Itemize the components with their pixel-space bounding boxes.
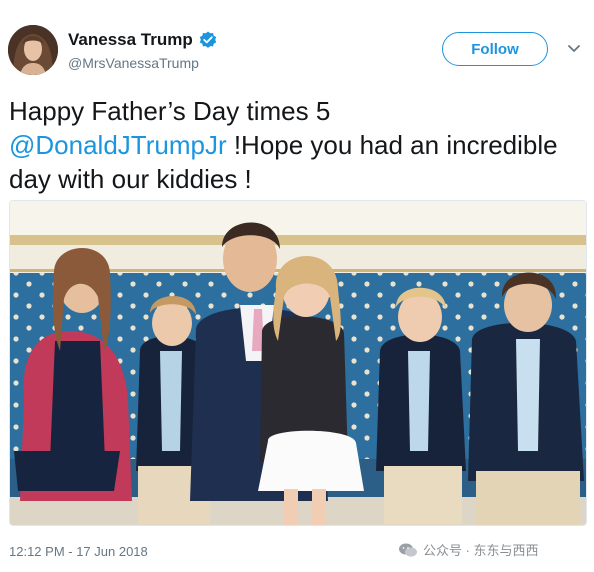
user-handle[interactable]: @MrsVanessaTrump: [68, 55, 199, 71]
display-name[interactable]: Vanessa Trump: [68, 30, 193, 50]
watermark-text: 公众号 · 东东与西西: [423, 543, 539, 558]
mention-link[interactable]: @DonaldJTrumpJr: [9, 130, 227, 160]
verified-badge-icon: [199, 31, 217, 49]
name-row: Vanessa Trump: [68, 30, 217, 50]
tweet-timestamp[interactable]: 12:12 PM - 17 Jun 2018: [9, 544, 148, 559]
tweet-text: Happy Father’s Day times 5 @DonaldJTrumpJ…: [9, 94, 579, 196]
wechat-icon: [398, 542, 418, 558]
avatar[interactable]: [8, 25, 58, 75]
tweet-photo[interactable]: [9, 200, 587, 526]
chevron-down-icon[interactable]: [566, 40, 582, 56]
tweet-header: Vanessa Trump @MrsVanessaTrump Follow: [0, 0, 594, 90]
follow-button[interactable]: Follow: [442, 32, 548, 66]
watermark: 公众号 · 东东与西西: [398, 540, 539, 559]
tweet-text-line1: Happy Father’s Day times 5: [9, 96, 331, 126]
